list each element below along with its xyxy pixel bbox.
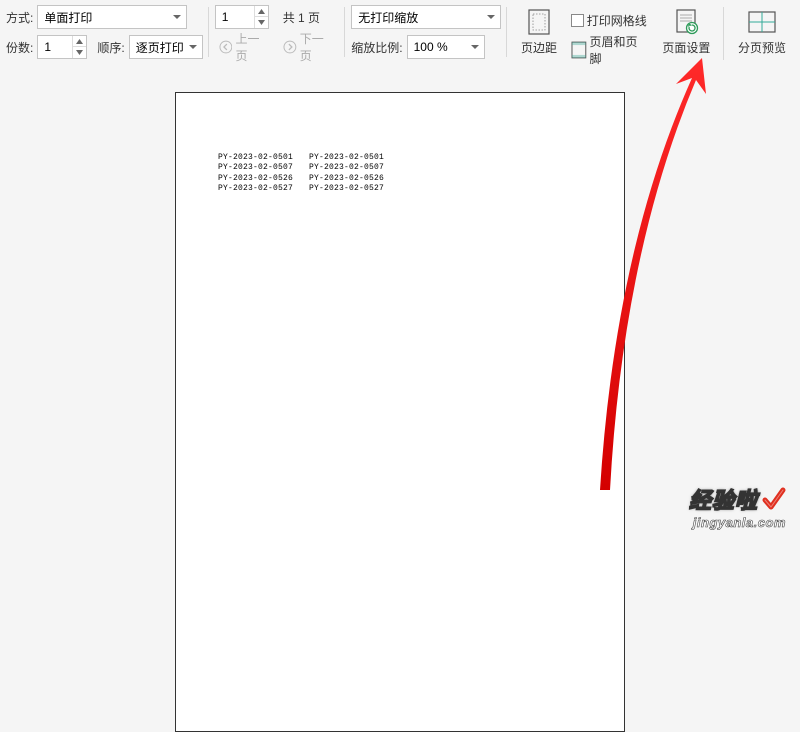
data-cell: PY-2023-02-0527	[218, 184, 293, 194]
gridlines-checkbox-row[interactable]: 打印网格线	[571, 8, 649, 32]
mode-select-value: 单面打印	[44, 9, 92, 26]
scale-value: 100 %	[414, 40, 448, 54]
mode-label: 方式:	[6, 9, 33, 26]
data-column: PY-2023-02-0501PY-2023-02-0507PY-2023-02…	[309, 153, 384, 195]
order-select[interactable]: 逐页打印	[129, 35, 203, 59]
copies-label: 份数:	[6, 39, 33, 56]
split-preview-button[interactable]: 分页预览	[730, 5, 794, 56]
data-column: PY-2023-02-0501PY-2023-02-0507PY-2023-02…	[218, 153, 293, 195]
scale-mode-select[interactable]: 无打印缩放	[351, 5, 501, 29]
page-content: PY-2023-02-0501PY-2023-02-0507PY-2023-02…	[218, 153, 582, 195]
group-preview: 分页预览	[724, 5, 800, 56]
arrow-left-icon	[219, 40, 233, 54]
page-setup-button[interactable]: 页面设置	[655, 5, 718, 56]
scale-label: 缩放比例:	[351, 39, 402, 56]
preview-area: PY-2023-02-0501PY-2023-02-0507PY-2023-02…	[0, 66, 800, 534]
next-page-button[interactable]: 下一页	[279, 35, 339, 59]
data-cell: PY-2023-02-0501	[309, 153, 384, 163]
margins-icon	[527, 9, 551, 35]
split-preview-icon	[748, 11, 776, 33]
group-page-nav: 1 共 1 页 上一页 下一页	[209, 5, 346, 59]
order-select-value: 逐页打印	[136, 39, 184, 56]
header-footer-label: 页眉和页脚	[590, 33, 649, 67]
preview-page: PY-2023-02-0501PY-2023-02-0507PY-2023-02…	[175, 92, 625, 732]
scale-value-select[interactable]: 100 %	[407, 35, 485, 59]
page-input[interactable]: 1	[215, 5, 269, 29]
header-footer-button[interactable]: 页眉和页脚	[571, 38, 649, 62]
page-total: 共 1 页	[283, 9, 320, 26]
order-label: 顺序:	[97, 39, 124, 56]
page-value: 1	[216, 10, 254, 24]
copies-value: 1	[38, 40, 72, 54]
page-spinner[interactable]	[254, 6, 268, 28]
data-cell: PY-2023-02-0526	[218, 174, 293, 184]
next-page-label: 下一页	[300, 30, 336, 64]
margins-button[interactable]: 页边距	[513, 5, 565, 56]
scale-mode-value: 无打印缩放	[358, 9, 418, 26]
watermark-text: 经验啦	[689, 483, 758, 515]
gridlines-label: 打印网格线	[587, 12, 647, 29]
data-cell: PY-2023-02-0507	[309, 163, 384, 173]
watermark-url: jingyanla.com	[689, 515, 786, 530]
prev-page-button[interactable]: 上一页	[215, 35, 275, 59]
page-setup-label: 页面设置	[662, 39, 710, 56]
margins-label: 页边距	[521, 39, 557, 56]
data-cell: PY-2023-02-0526	[309, 174, 384, 184]
page-setup-icon	[673, 9, 699, 35]
print-toolbar: 方式: 单面打印 份数: 1 顺序: 逐页打印 1	[0, 0, 800, 71]
group-print-mode: 方式: 单面打印 份数: 1 顺序: 逐页打印	[0, 5, 209, 59]
checkmark-icon	[762, 486, 786, 512]
data-cell: PY-2023-02-0501	[218, 153, 293, 163]
split-preview-label: 分页预览	[738, 39, 786, 56]
arrow-right-icon	[283, 40, 297, 54]
data-cell: PY-2023-02-0527	[309, 184, 384, 194]
prev-page-label: 上一页	[235, 30, 271, 64]
mode-select[interactable]: 单面打印	[37, 5, 187, 29]
header-footer-icon	[571, 41, 587, 59]
copies-spinner[interactable]	[72, 36, 86, 58]
group-scale: 无打印缩放 缩放比例: 100 %	[345, 5, 507, 59]
copies-input[interactable]: 1	[37, 35, 87, 59]
watermark: 经验啦 jingyanla.com	[689, 483, 786, 530]
group-page-layout: 页边距 打印网格线 页眉和页脚	[507, 5, 724, 62]
data-cell: PY-2023-02-0507	[218, 163, 293, 173]
gridlines-checkbox[interactable]	[571, 14, 584, 27]
